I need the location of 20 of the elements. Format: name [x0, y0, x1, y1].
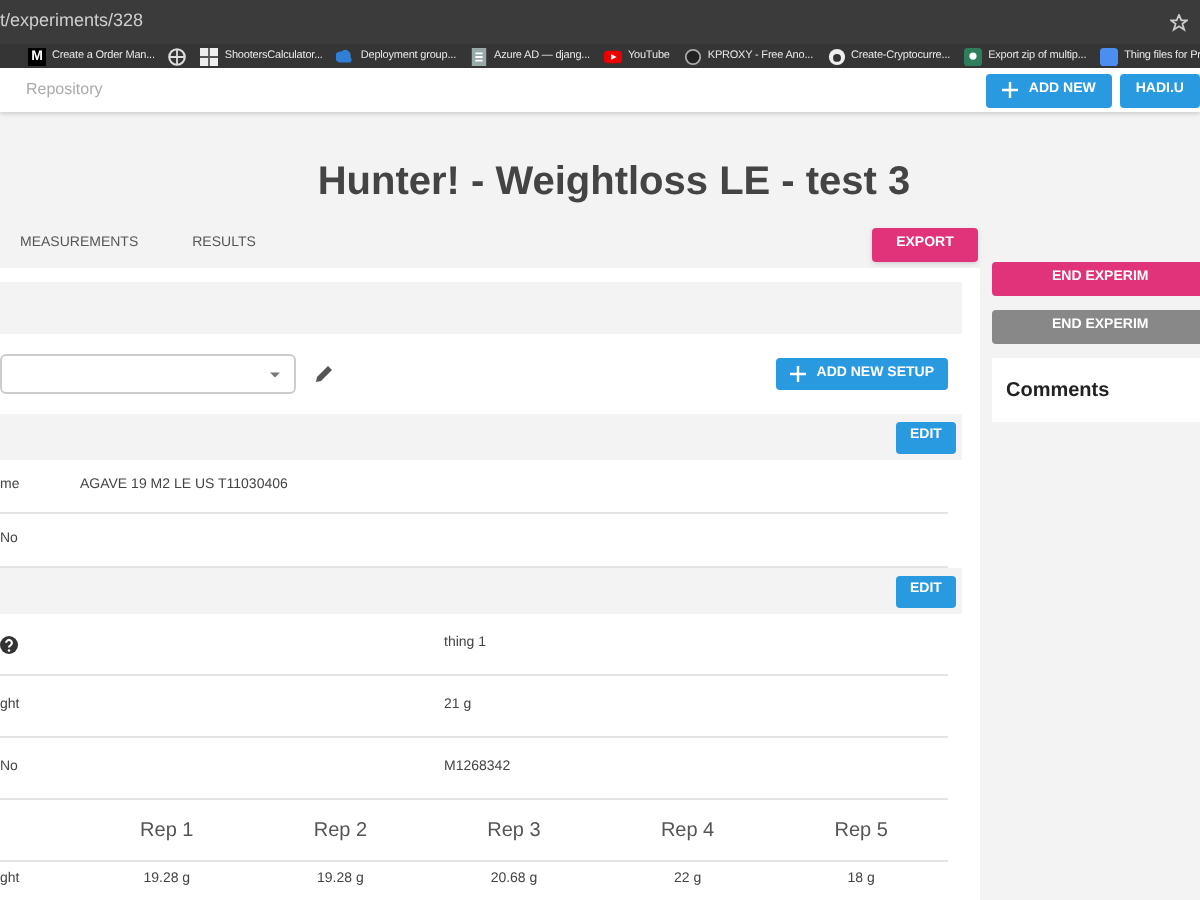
plus-icon: [790, 366, 807, 382]
column-header: Rep 1: [138, 817, 196, 845]
globe-icon: [168, 47, 187, 65]
url-text: t/experiments/328: [0, 8, 144, 35]
comments-heading: Comments: [1006, 377, 1110, 405]
page-title: Hunter! - Weightloss LE - test 3: [315, 158, 913, 208]
column-header: Rep 4: [658, 817, 717, 845]
grid-icon: [200, 47, 219, 65]
square-icon: [1100, 47, 1119, 65]
pencil-icon[interactable]: [314, 364, 334, 384]
column-header: Rep 3: [485, 817, 543, 845]
circle-icon: [683, 47, 702, 65]
cloud-icon: [336, 47, 355, 65]
column-header: Rep 2: [311, 817, 370, 845]
help-icon[interactable]: [0, 635, 18, 653]
address-bar[interactable]: t/experiments/328: [0, 0, 1200, 44]
column-header: Rep 5: [832, 817, 890, 845]
dropdown-caret-icon: [270, 371, 280, 377]
star-icon[interactable]: [1170, 13, 1188, 31]
play-icon: [603, 47, 622, 65]
